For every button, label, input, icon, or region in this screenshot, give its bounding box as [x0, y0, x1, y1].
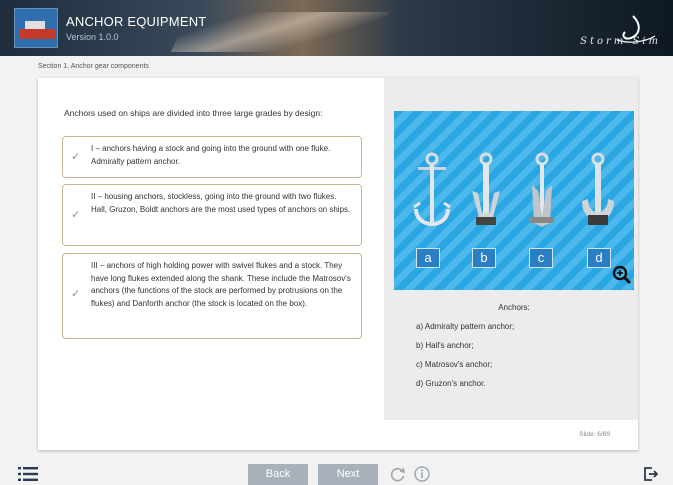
grade-item-text: I – anchors having a stock and going int…: [91, 144, 331, 166]
check-icon: ✓: [71, 288, 81, 300]
slide-counter: Slide: 6/89: [579, 431, 610, 438]
anchor-label-c: c: [529, 248, 553, 268]
app-header: ANCHOR EQUIPMENT Version 1.0.0 Storm Sim: [0, 0, 673, 56]
matrosov-anchor-icon: [530, 152, 554, 227]
next-button[interactable]: Next: [318, 464, 378, 485]
gruzon-anchor-icon: [582, 152, 614, 225]
brand-name: Storm Sim: [580, 36, 661, 47]
slide-card: Anchors used on ships are divided into t…: [38, 78, 638, 450]
app-subtitle: Version 1.0.0: [66, 32, 119, 42]
figure-caption-line: d) Gruzon's anchor.: [416, 379, 486, 388]
grade-item-text: II – housing anchors, stockless, going i…: [91, 192, 351, 214]
exit-icon[interactable]: [644, 467, 658, 481]
intro-text: Anchors used on ships are divided into t…: [64, 108, 323, 118]
grade-item-3: ✓ III – anchors of high holding power wi…: [62, 253, 362, 339]
check-icon: ✓: [71, 209, 81, 221]
figure-caption-line: b) Hall's anchor;: [416, 341, 474, 350]
check-icon: ✓: [71, 151, 81, 163]
admiralty-anchor-icon: [413, 152, 451, 226]
app-title: ANCHOR EQUIPMENT: [66, 14, 207, 29]
anchor-label-a: a: [416, 248, 440, 268]
menu-list-icon[interactable]: [18, 467, 38, 481]
hall-anchor-icon: [472, 152, 500, 225]
figure-caption-line: a) Admiralty pattern anchor;: [416, 322, 515, 331]
figure-panel: a b c d Anchors: a) Admiralty pattern an…: [384, 78, 638, 420]
anchors-image[interactable]: a b c d: [394, 111, 634, 290]
grade-item-text: III – anchors of high holding power with…: [91, 261, 351, 308]
figure-caption-title: Anchors:: [498, 303, 530, 312]
info-icon[interactable]: [414, 466, 430, 482]
back-button[interactable]: Back: [248, 464, 308, 485]
grade-item-1: ✓ I – anchors having a stock and going i…: [62, 136, 362, 178]
reload-icon[interactable]: [390, 466, 406, 482]
figure-caption-line: c) Matrosov's anchor;: [416, 360, 493, 369]
course-thumbnail: [14, 8, 58, 48]
section-breadcrumb: Section 1. Anchor gear components: [38, 63, 149, 70]
zoom-in-icon[interactable]: [612, 265, 632, 285]
grade-item-2: ✓ II – housing anchors, stockless, going…: [62, 184, 362, 246]
anchor-label-b: b: [472, 248, 496, 268]
anchor-label-d: d: [587, 248, 611, 268]
